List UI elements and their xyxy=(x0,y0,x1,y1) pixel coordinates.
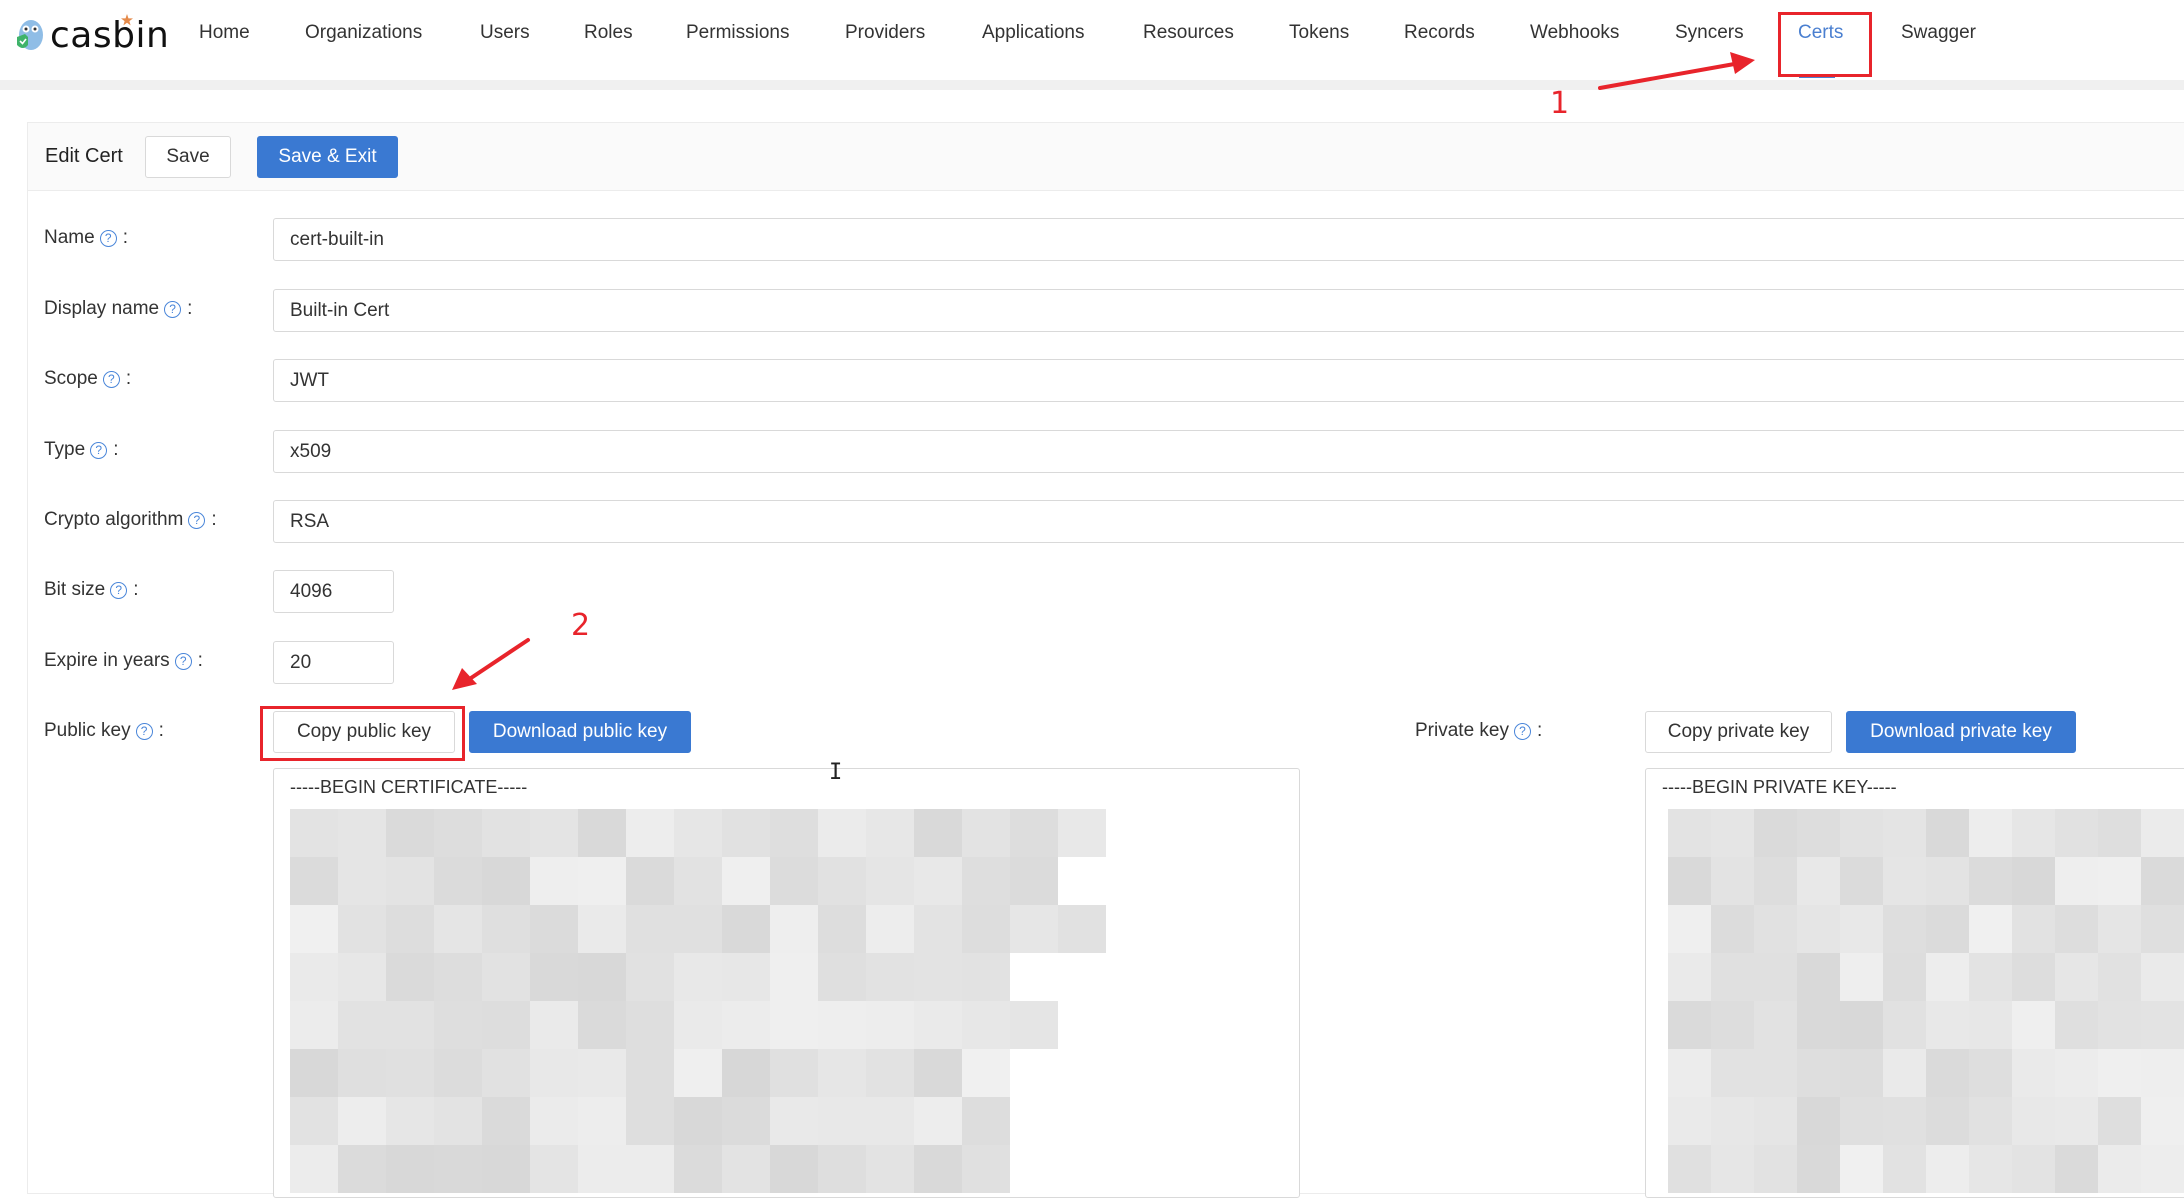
annotation-step-2: 2 xyxy=(571,608,591,643)
arrow-2-icon xyxy=(452,638,530,690)
annotation-step-1: 1 xyxy=(1550,86,1570,121)
annotation-box-copy-public-key xyxy=(260,706,465,761)
annotation-arrows xyxy=(452,52,1755,690)
arrow-1-icon xyxy=(1598,52,1755,90)
